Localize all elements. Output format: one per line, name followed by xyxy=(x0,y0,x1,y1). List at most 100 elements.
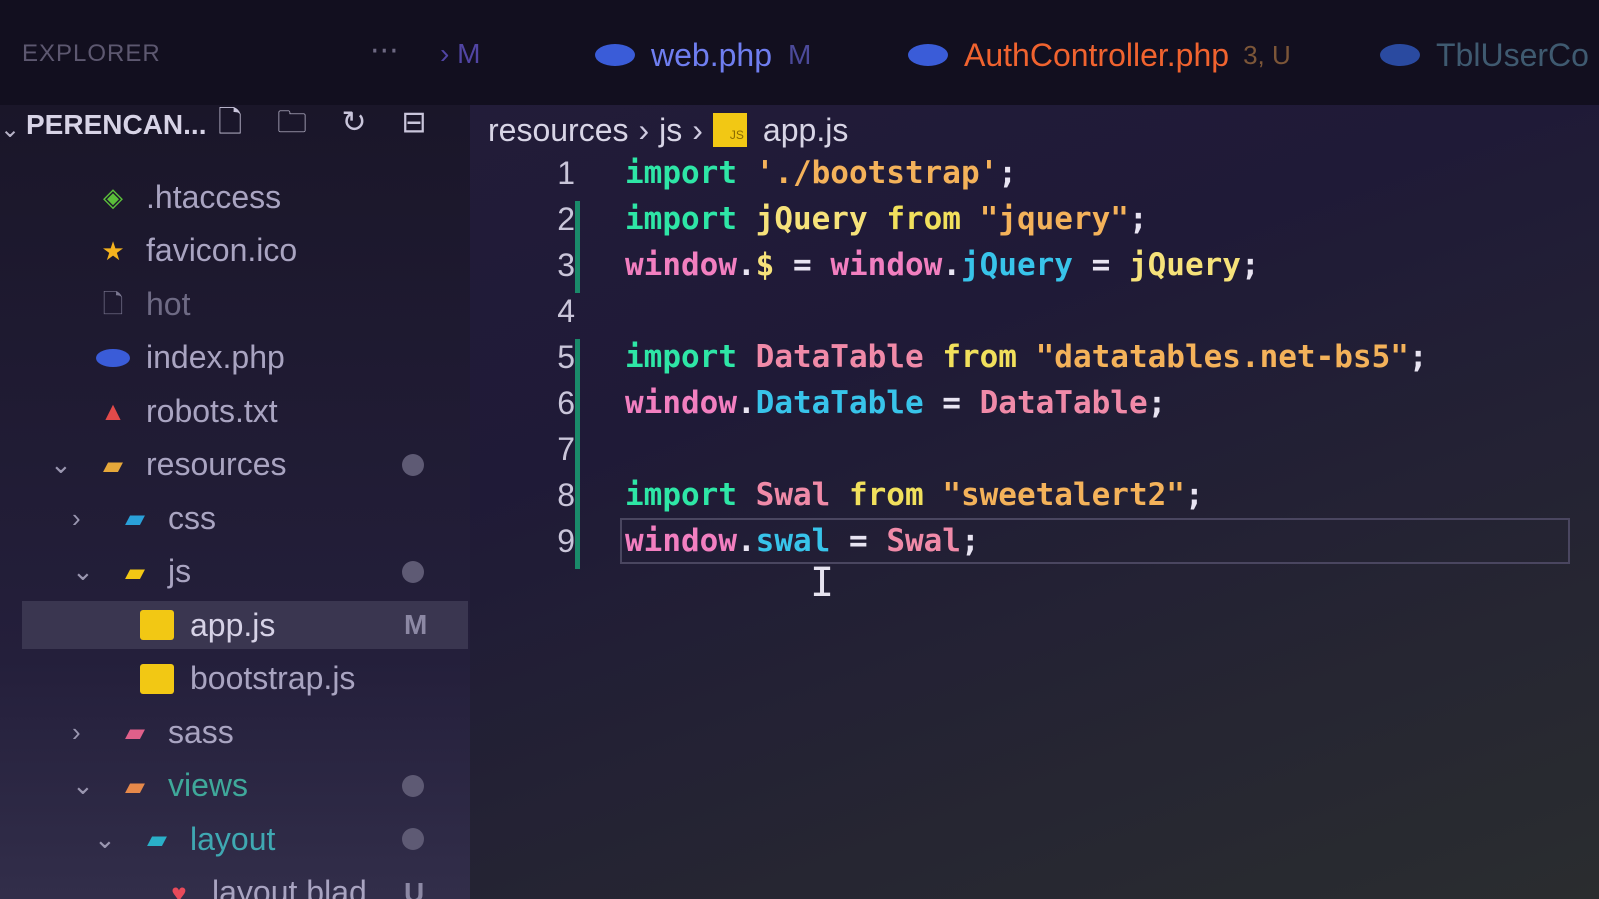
blade-file-icon: ♥ xyxy=(171,877,187,899)
tree-item[interactable]: 🗋 hot xyxy=(0,280,470,328)
code-editor[interactable]: 1 import './bootstrap'; 2 import jQuery fro… xyxy=(475,155,1599,899)
tree-item-label: favicon.ico xyxy=(146,232,298,268)
code-token: . xyxy=(736,523,756,559)
tab-label: AuthController.php xyxy=(964,36,1230,73)
breadcrumb-item-file[interactable]: app.js xyxy=(763,112,848,149)
explorer-folder-header[interactable]: ⌄ PERENCAN... 🗋 🗀 ↻ ⊟ xyxy=(0,105,470,155)
line-number: 4 xyxy=(557,293,575,329)
code-token: "jquery" xyxy=(979,201,1129,237)
tree-item[interactable]: ⌄ ▰ views xyxy=(0,762,470,810)
tree-item[interactable]: ⌄ ▰ js xyxy=(0,548,470,596)
code-token: "sweetalert2" xyxy=(942,477,1185,513)
line-number: 6 xyxy=(557,385,575,421)
tree-item[interactable]: › ▰ sass xyxy=(0,708,470,756)
js-file-icon: JS xyxy=(712,113,747,147)
code-token: import xyxy=(625,339,737,375)
code-line[interactable]: 9 window.swal = Swal; xyxy=(475,518,1599,569)
code-token: from xyxy=(848,477,924,513)
tree-item-label: layout xyxy=(190,820,276,857)
tree-item[interactable]: ◈ .htaccess xyxy=(0,173,470,221)
code-token: = xyxy=(830,523,887,559)
code-line[interactable]: 4 xyxy=(475,293,1599,339)
chevron-down-icon[interactable]: ⌄ xyxy=(72,556,94,587)
tree-item-label: .htaccess xyxy=(146,178,282,215)
code-line[interactable]: 2 import jQuery from "jquery"; xyxy=(475,201,1599,247)
modified-dot-icon xyxy=(402,774,424,797)
code-token: DataTable xyxy=(755,339,924,375)
tree-item[interactable]: › ▰ css xyxy=(0,494,470,542)
tree-item-label: layout.blad... xyxy=(212,874,394,899)
code-token: . xyxy=(942,247,961,283)
tree-item[interactable]: bootstrap.js xyxy=(0,655,470,703)
tree-item[interactable]: ★ favicon.ico xyxy=(0,227,470,275)
chevron-down-icon[interactable]: ⌄ xyxy=(94,824,116,855)
workspace-folder-name: PERENCAN... xyxy=(26,109,207,140)
code-line[interactable]: 7 xyxy=(475,431,1599,477)
tree-item-label: bootstrap.js xyxy=(190,660,356,696)
chevron-down-icon[interactable]: ⌄ xyxy=(50,449,72,480)
breadcrumb-item-js[interactable]: js xyxy=(659,112,682,149)
code-token: window xyxy=(625,523,737,559)
new-file-icon[interactable]: 🗋 xyxy=(212,105,248,141)
tree-item-label: index.php xyxy=(146,339,285,375)
code-token: window xyxy=(625,247,737,283)
chevron-down-icon[interactable]: ⌄ xyxy=(72,770,94,801)
js-file-icon xyxy=(140,663,174,694)
explorer-more-actions-button[interactable]: ··· xyxy=(370,34,399,69)
refresh-icon[interactable]: ↻ xyxy=(336,105,372,141)
code-token: window xyxy=(830,247,943,283)
collapse-all-icon[interactable]: ⊟ xyxy=(396,105,432,141)
tree-item[interactable]: ♥ layout.blad... U xyxy=(0,869,470,899)
code-text: import jQuery from "jquery"; xyxy=(625,201,1148,237)
chevron-right-icon[interactable]: › xyxy=(72,717,81,748)
code-line[interactable]: 5 import DataTable from "datatables.net-b… xyxy=(475,339,1599,385)
code-text: window.swal = Swal; xyxy=(620,518,1570,564)
tab-web-php[interactable]: web.php M xyxy=(595,30,811,80)
chevron-down-icon[interactable]: ⌄ xyxy=(0,115,20,143)
code-token: ; xyxy=(1128,201,1148,237)
code-token: import xyxy=(625,201,737,237)
code-token: ; xyxy=(960,523,980,559)
code-token: . xyxy=(736,247,756,283)
code-token: DataTable xyxy=(979,385,1148,421)
tree-item-label: sass xyxy=(168,713,234,750)
vscode-window: EXPLORER ··· › M web.php M AuthControlle… xyxy=(0,0,1599,899)
code-line[interactable]: 3 window.$ = window.jQuery = jQuery; xyxy=(475,247,1599,293)
tree-item[interactable]: ⌄ ▰ resources xyxy=(0,441,470,489)
js-folder-icon: ▰ xyxy=(125,556,145,587)
code-token: DataTable xyxy=(755,385,924,421)
text-cursor-icon: I xyxy=(810,560,835,606)
chevron-right-icon[interactable]: › xyxy=(72,503,81,534)
code-token: Swal xyxy=(886,523,961,559)
tree-item-label: hot xyxy=(146,285,191,322)
new-folder-icon[interactable]: 🗀 xyxy=(274,105,310,141)
line-number: 8 xyxy=(557,477,575,513)
tree-item-label: js xyxy=(168,553,192,589)
tab-authcontroller-php[interactable]: AuthController.php 3, U xyxy=(908,30,1291,80)
code-line[interactable]: 1 import './bootstrap'; xyxy=(475,155,1599,201)
line-number: 3 xyxy=(557,247,575,283)
tree-item[interactable]: ⌄ ▰ layout xyxy=(0,815,470,863)
tab-tbluserco[interactable]: TblUserCo xyxy=(1380,30,1589,80)
tree-item[interactable]: app.js M xyxy=(22,601,468,649)
tab-previous-fragment[interactable]: › M xyxy=(440,38,480,70)
code-token: import xyxy=(625,477,737,513)
code-token: $ xyxy=(755,247,775,283)
css-folder-icon: ▰ xyxy=(125,503,145,533)
code-line[interactable]: 8 import Swal from "sweetalert2"; xyxy=(475,477,1599,523)
git-modified-gutter xyxy=(575,247,580,293)
code-token: ; xyxy=(1240,247,1260,283)
code-text: import './bootstrap'; xyxy=(625,155,1017,191)
tree-item[interactable]: index.php xyxy=(0,334,470,382)
code-token: swal xyxy=(755,523,831,559)
tree-item[interactable]: ▲ robots.txt xyxy=(0,387,470,435)
code-line[interactable]: 6 window.DataTable = DataTable; xyxy=(475,385,1599,431)
tree-item-label: css xyxy=(168,499,216,536)
breadcrumb-item-resources[interactable]: resources xyxy=(488,112,629,149)
code-token: = xyxy=(774,247,831,283)
modified-dot-icon xyxy=(402,828,424,850)
